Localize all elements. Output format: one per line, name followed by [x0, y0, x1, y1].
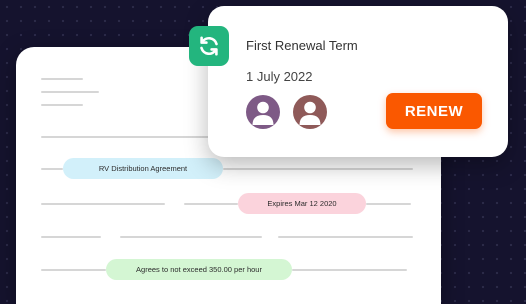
renewal-term-card: First Renewal Term 1 July 2022 RENEW	[208, 6, 508, 157]
text-line	[41, 78, 83, 80]
text-line	[41, 203, 165, 205]
user-avatar-icon[interactable]	[293, 95, 327, 129]
user-avatar-icon[interactable]	[246, 95, 280, 129]
text-line	[292, 269, 407, 271]
text-line	[223, 168, 413, 170]
text-line	[41, 168, 63, 170]
renewal-term-title: First Renewal Term	[246, 38, 358, 53]
text-line	[41, 91, 99, 93]
text-line	[41, 104, 83, 106]
renewal-term-date: 1 July 2022	[246, 69, 313, 84]
agreement-highlight[interactable]: RV Distribution Agreement	[63, 158, 223, 179]
text-line	[184, 203, 238, 205]
text-line	[278, 236, 413, 238]
expiry-highlight[interactable]: Expires Mar 12 2020	[238, 193, 366, 214]
text-line	[41, 136, 217, 138]
rate-limit-highlight[interactable]: Agrees to not exceed 350.00 per hour	[106, 259, 292, 280]
renew-button[interactable]: RENEW	[386, 93, 482, 129]
text-line	[41, 269, 106, 271]
sync-icon	[189, 26, 229, 66]
text-line	[366, 203, 411, 205]
text-line	[41, 236, 101, 238]
text-line	[120, 236, 262, 238]
